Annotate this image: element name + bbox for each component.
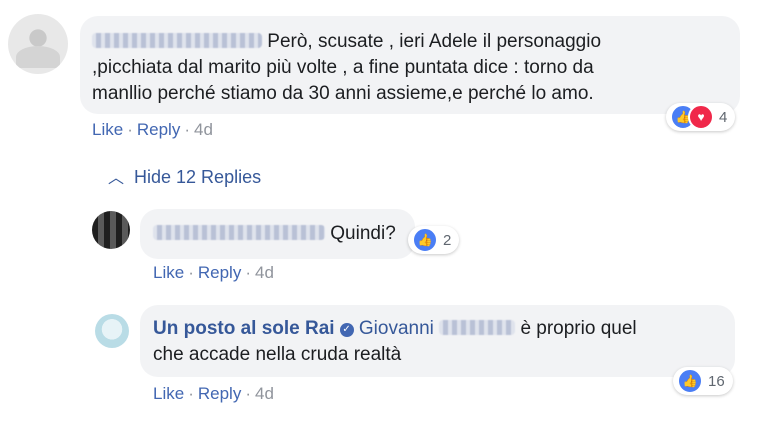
reply-line-2: che accade nella cruda realtà <box>153 344 402 365</box>
verified-badge-icon: ✓ <box>339 323 354 337</box>
reply-timestamp[interactable]: 4d <box>255 384 274 403</box>
comment-line-2: ,picchiata dal marito più volte , a fine… <box>92 57 594 78</box>
commenter-avatar[interactable] <box>8 14 68 74</box>
reply-text: è proprio quel <box>520 318 637 339</box>
mention[interactable]: Giovanni <box>359 318 516 339</box>
reply-link[interactable]: Reply <box>198 384 241 403</box>
reply-actions: Like · Reply · 4d <box>153 384 274 403</box>
blurred-mention-surname <box>439 320 516 335</box>
like-link[interactable]: Like <box>153 384 184 403</box>
like-reaction-icon: 👍 <box>412 227 438 253</box>
like-reaction-icon: 👍 <box>677 368 703 394</box>
blurred-author-name[interactable] <box>153 225 325 240</box>
reply-link[interactable]: Reply <box>198 263 241 282</box>
page-author-name[interactable]: Un posto al sole Rai <box>153 318 335 339</box>
reply-actions: Like · Reply · 4d <box>153 263 274 282</box>
reply-timestamp[interactable]: 4d <box>255 263 274 282</box>
hide-replies-button[interactable]: ︿ Hide 12 Replies <box>108 164 261 188</box>
love-reaction-icon: ♥ <box>688 104 714 130</box>
reply-line-1: Un posto al sole Rai ✓ Giovanni è proprio… <box>153 316 637 342</box>
reaction-count: 16 <box>708 372 725 390</box>
reply-avatar[interactable] <box>92 211 130 249</box>
comment-actions: Like · Reply · 4d <box>92 120 213 139</box>
reply-reactions[interactable]: 👍 16 <box>673 367 733 395</box>
reply-text: Quindi? <box>330 223 396 244</box>
blurred-author-name[interactable] <box>92 33 262 48</box>
comment-reactions[interactable]: 👍 ♥ 4 <box>666 103 736 131</box>
reply-line: Quindi? <box>153 221 396 247</box>
comment-line-3: manllio perché stiamo da 30 anni assieme… <box>92 83 594 104</box>
reply-link[interactable]: Reply <box>137 120 180 139</box>
reaction-count: 2 <box>443 231 452 249</box>
chevron-up-icon: ︿ <box>108 170 125 187</box>
page-avatar[interactable] <box>95 314 129 348</box>
comment-line-1: Però, scusate , ieri Adele il personaggi… <box>92 29 601 55</box>
like-link[interactable]: Like <box>92 120 123 139</box>
comment-text: Però, scusate , ieri Adele il personaggi… <box>267 31 602 52</box>
reaction-count: 4 <box>719 108 728 126</box>
comment-timestamp[interactable]: 4d <box>194 120 213 139</box>
hide-replies-label: Hide 12 Replies <box>134 167 262 187</box>
reply-reactions[interactable]: 👍 2 <box>408 226 460 254</box>
like-link[interactable]: Like <box>153 263 184 282</box>
